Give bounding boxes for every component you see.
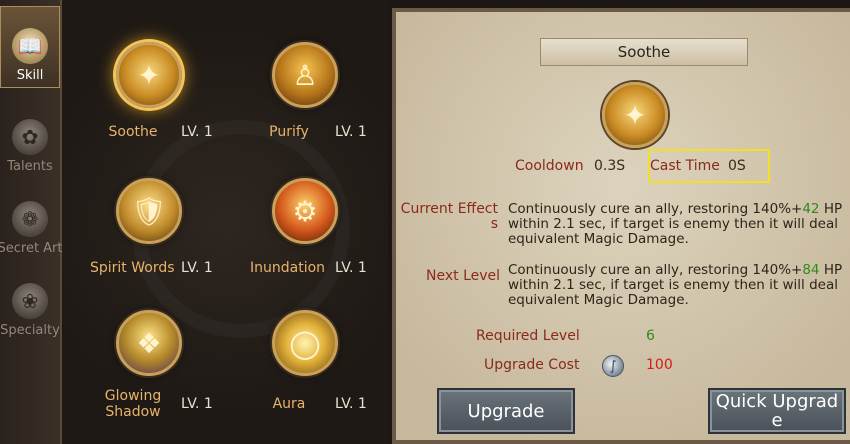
secret-art-icon: ❁ — [12, 201, 48, 237]
effect-text: Continuously cure an ally, restoring 140… — [508, 262, 803, 278]
next-level-label: Next Level — [426, 268, 501, 284]
current-effects-text: Continuously cure an ally, restoring 140… — [508, 202, 844, 247]
skill-soothe[interactable]: ✦ Soothe LV. 1 — [102, 42, 252, 162]
aura-icon: ◯ — [272, 310, 338, 376]
nav-item-secret-art[interactable]: ❁ Secret Art — [0, 178, 63, 260]
current-effects-label: Current Effects — [400, 201, 498, 232]
spirit-words-icon: 🛡 — [116, 178, 182, 244]
detail-title: Soothe — [540, 38, 748, 66]
soothe-icon: ✦ — [116, 42, 182, 108]
skill-level: LV. 1 — [335, 260, 367, 276]
skill-level: LV. 1 — [181, 260, 213, 276]
skill-inundation[interactable]: ⚙ Inundation LV. 1 — [250, 178, 408, 298]
skill-grid: ✦ Soothe LV. 1 ♙ Purify LV. 1 🛡 Spirit W… — [62, 0, 388, 444]
skill-name: Aura — [272, 396, 306, 412]
skill-aura[interactable]: ◯ Aura LV. 1 — [258, 310, 408, 430]
effect-text: Continuously cure an ally, restoring 140… — [508, 201, 803, 217]
glowing-shadow-icon: ❖ — [116, 310, 182, 376]
side-nav: 📖 Skill ✿ Talents ❁ Secret Art ❀ Special… — [0, 0, 63, 444]
skill-level: LV. 1 — [181, 396, 213, 412]
skill-detail-panel: Soothe ✦ Cooldown 0.3S Cast Time 0S Curr… — [392, 8, 850, 444]
upgrade-cost-label: Upgrade Cost — [484, 357, 580, 373]
effect-heal-value: 84 — [802, 262, 820, 278]
skill-purify[interactable]: ♙ Purify LV. 1 — [258, 42, 408, 162]
nav-item-skill[interactable]: 📖 Skill — [0, 6, 60, 88]
soothe-icon: ✦ — [602, 82, 668, 148]
cooldown-label: Cooldown — [515, 158, 584, 174]
skill-level: LV. 1 — [335, 124, 367, 140]
nav-item-talents[interactable]: ✿ Talents — [0, 96, 60, 178]
nav-item-label: Secret Art — [0, 241, 63, 256]
skill-name: Inundation — [250, 260, 326, 276]
upgrade-button[interactable]: Upgrade — [437, 388, 575, 434]
specialty-icon: ❀ — [12, 283, 48, 319]
required-level-value: 6 — [646, 328, 655, 344]
skill-name: Glowing Shadow — [104, 388, 162, 420]
skill-level: LV. 1 — [335, 396, 367, 412]
skill-level: LV. 1 — [181, 124, 213, 140]
nav-item-label: Talents — [7, 159, 53, 174]
nav-item-specialty[interactable]: ❀ Specialty — [0, 260, 60, 342]
skill-book-icon: 📖 — [12, 28, 48, 64]
purify-icon: ♙ — [272, 42, 338, 108]
cast-time-value: 0S — [728, 158, 746, 174]
nav-item-label: Specialty — [0, 323, 60, 338]
required-level-label: Required Level — [476, 328, 580, 344]
effect-heal-value: 42 — [802, 201, 820, 217]
nav-item-label: Skill — [16, 68, 44, 83]
silver-coin-icon: ∫ — [602, 355, 624, 377]
skill-name: Soothe — [108, 124, 158, 140]
upgrade-cost-value: 100 — [646, 357, 673, 373]
skill-glowing-shadow[interactable]: ❖ Glowing Shadow LV. 1 — [102, 310, 252, 430]
cast-time-label: Cast Time — [650, 158, 720, 174]
inundation-icon: ⚙ — [272, 178, 338, 244]
talents-icon: ✿ — [12, 119, 48, 155]
quick-upgrade-button[interactable]: Quick Upgrade — [708, 388, 846, 434]
skill-spirit-words[interactable]: 🛡 Spirit Words LV. 1 — [90, 178, 252, 298]
skill-name: Spirit Words — [90, 260, 175, 276]
next-level-text: Continuously cure an ally, restoring 140… — [508, 263, 844, 308]
skill-name: Purify — [269, 124, 309, 140]
cooldown-value: 0.3S — [594, 158, 626, 174]
